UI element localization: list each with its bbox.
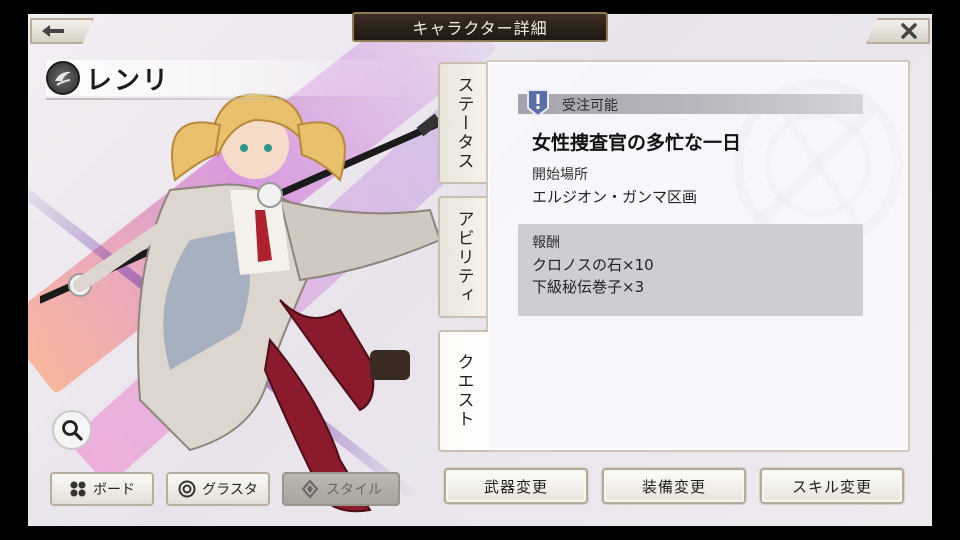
board-button[interactable]: ボード — [50, 472, 154, 506]
tab-quest[interactable]: クエスト — [438, 330, 488, 452]
tab-status[interactable]: ステータス — [438, 62, 488, 184]
page-title-text: キャラクター詳細 — [412, 19, 548, 38]
board-icon — [70, 481, 86, 497]
reward-item: 下級秘伝巻子×3 — [532, 278, 645, 296]
reward-box: 報酬 クロノスの石×10 下級秘伝巻子×3 — [518, 224, 863, 316]
reward-label: 報酬 — [532, 235, 560, 251]
availability-bar: 受注可能 — [518, 94, 863, 114]
start-location-value: エルジオン・ガンマ区画 — [532, 188, 698, 206]
weapon-change-label: 武器変更 — [483, 477, 548, 496]
quest-title: 女性捜査官の多忙な一日 — [532, 132, 742, 154]
left-arrow-icon — [42, 25, 64, 37]
search-icon — [62, 420, 83, 441]
skill-change-label: スキル変更 — [791, 477, 872, 496]
reward-item: クロノスの石×10 — [532, 256, 654, 274]
exclamation-badge-icon — [527, 89, 549, 118]
start-location-label: 開始場所 — [532, 167, 588, 183]
tab-ability-label: アビリティ — [453, 209, 474, 305]
style-button[interactable]: スタイル — [282, 472, 400, 506]
equip-change-label: 装備変更 — [641, 477, 706, 496]
tab-quest-label: クエスト — [453, 353, 474, 429]
tab-status-label: ステータス — [453, 75, 474, 171]
quest-info-panel: 受注可能 女性捜査官の多忙な一日 開始場所 エルジオン・ガンマ区画 報酬 クロノ… — [486, 60, 910, 452]
availability-status: 受注可能 — [562, 98, 618, 114]
character-illustration — [40, 93, 442, 513]
tab-ability[interactable]: アビリティ — [438, 196, 488, 318]
zoom-button[interactable] — [52, 410, 92, 450]
grasta-button-label: グラスタ — [202, 482, 258, 498]
character-name: レンリ — [86, 65, 171, 96]
board-button-label: ボード — [93, 482, 135, 498]
grasta-button[interactable]: グラスタ — [166, 472, 270, 506]
close-icon — [901, 23, 917, 39]
wind-attribute-icon — [46, 61, 80, 95]
weapon-change-button[interactable]: 武器変更 — [444, 468, 588, 504]
equip-change-button[interactable]: 装備変更 — [602, 468, 746, 504]
style-icon — [301, 479, 319, 499]
skill-change-button[interactable]: スキル変更 — [760, 468, 904, 504]
style-button-label: スタイル — [326, 482, 382, 498]
character-name-plate: レンリ — [46, 60, 426, 100]
page-title: キャラクター詳細 — [352, 12, 608, 42]
grasta-icon — [178, 480, 196, 498]
